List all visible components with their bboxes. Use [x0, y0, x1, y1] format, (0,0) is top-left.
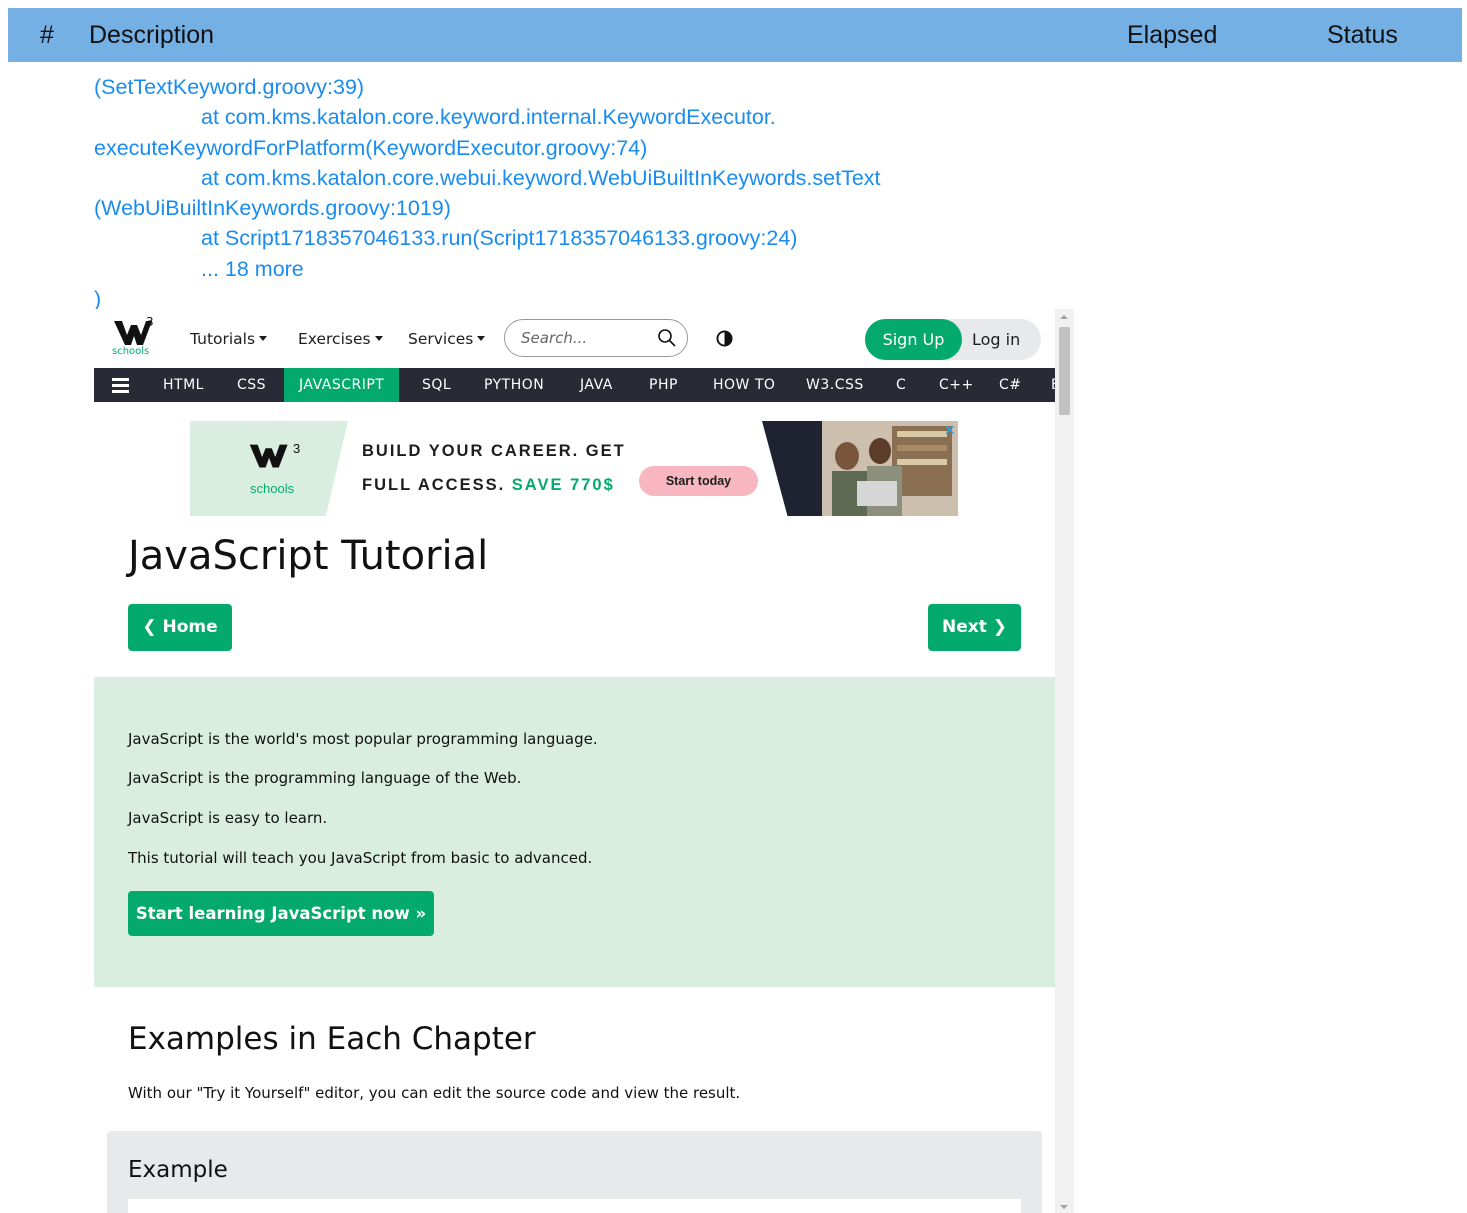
log-line: at com.kms.katalon.core.keyword.internal…	[201, 105, 776, 130]
auth-buttons: Sign Up Log in	[865, 319, 1041, 360]
ad-logo-sup: 3	[293, 441, 301, 456]
stack-trace-log: (SetTextKeyword.groovy:39) at com.kms.ka…	[94, 72, 1074, 314]
advertisement-banner[interactable]: 3 schools BUILD YOUR CAREER. GET FULL AC…	[190, 421, 958, 516]
section-text: With our "Try it Yourself" editor, you c…	[128, 1084, 741, 1102]
caret-down-icon	[477, 336, 486, 341]
home-button[interactable]: ❮ Home	[128, 604, 232, 651]
intro-line: JavaScript is the world's most popular p…	[128, 730, 598, 748]
menu-exercises-label: Exercises	[298, 330, 371, 348]
signup-button[interactable]: Sign Up	[865, 319, 962, 360]
intro-line: JavaScript is easy to learn.	[128, 809, 328, 827]
page-title: JavaScript Tutorial	[128, 533, 489, 579]
example-label: Example	[128, 1157, 228, 1183]
topic-cpp[interactable]: C++	[939, 368, 974, 402]
vertical-scrollbar[interactable]	[1055, 309, 1074, 1213]
col-description-header: Description	[89, 21, 215, 49]
col-elapsed-header: Elapsed	[1127, 21, 1218, 49]
topic-w3css[interactable]: W3.CSS	[806, 368, 864, 402]
report-header: # Description Elapsed Status	[8, 8, 1462, 62]
top-navigation: 3 schools Tutorials Exercises Services S…	[94, 309, 1055, 368]
hamburger-menu-icon[interactable]	[112, 378, 129, 393]
intro-section: JavaScript is the world's most popular p…	[94, 677, 1055, 987]
logo-sup: 3	[146, 315, 154, 329]
ad-headline-1: BUILD YOUR CAREER. GET	[362, 442, 626, 460]
ad-w3-logo	[249, 444, 288, 468]
login-button[interactable]: Log in	[972, 319, 1020, 360]
ad-close-icon[interactable]: ✕	[944, 422, 956, 439]
embedded-screenshot: 3 schools Tutorials Exercises Services S…	[94, 309, 1074, 1213]
caret-down-icon	[259, 336, 268, 341]
topic-css[interactable]: CSS	[237, 368, 266, 402]
menu-exercises[interactable]: Exercises	[298, 330, 383, 348]
example-box: Example	[107, 1131, 1042, 1213]
log-line: executeKeywordForPlatform(KeywordExecuto…	[94, 135, 648, 160]
topic-sql[interactable]: SQL	[422, 368, 451, 402]
topic-howto[interactable]: HOW TO	[713, 368, 775, 402]
log-line: (SetTextKeyword.groovy:39)	[94, 75, 365, 99]
intro-line: This tutorial will teach you JavaScript …	[128, 849, 593, 867]
col-status-header: Status	[1327, 21, 1398, 49]
search-input[interactable]	[521, 329, 651, 347]
ad-photo	[762, 421, 958, 516]
topic-python[interactable]: PYTHON	[484, 368, 544, 402]
intro-line: JavaScript is the programming language o…	[128, 769, 522, 787]
w3schools-logo[interactable]: 3 schools	[108, 315, 158, 361]
ad-save-amount: SAVE 770$	[511, 476, 615, 494]
topic-navbar: HTML CSS JAVASCRIPT SQL PYTHON JAVA PHP …	[94, 368, 1061, 402]
topic-csharp[interactable]: C#	[999, 368, 1022, 402]
ad-start-today-button[interactable]: Start today	[639, 466, 758, 496]
topic-html[interactable]: HTML	[163, 368, 204, 402]
logo-schools: schools	[112, 346, 150, 357]
log-line: ... 18 more	[201, 256, 304, 281]
dark-mode-toggle-icon[interactable]	[716, 330, 733, 347]
search-box[interactable]	[504, 319, 688, 357]
ad-headline-2: FULL ACCESS. SAVE 770$	[362, 476, 615, 495]
menu-tutorials-label: Tutorials	[190, 330, 256, 348]
topic-php[interactable]: PHP	[649, 368, 678, 402]
log-line: (WebUiBuiltInKeywords.groovy:1019)	[94, 196, 451, 221]
scroll-up-arrow-icon[interactable]	[1060, 315, 1068, 319]
ad-full-access: FULL ACCESS.	[362, 476, 506, 494]
ad-schools-text: schools	[250, 481, 295, 496]
topic-javascript[interactable]: JAVASCRIPT	[284, 368, 400, 402]
section-title: Examples in Each Chapter	[128, 1021, 536, 1057]
menu-tutorials[interactable]: Tutorials	[190, 330, 268, 348]
topic-java[interactable]: JAVA	[580, 368, 613, 402]
scroll-down-arrow-icon[interactable]	[1060, 1205, 1068, 1209]
log-line: at Script1718357046133.run(Script1718357…	[201, 226, 798, 251]
next-button[interactable]: Next ❯	[928, 604, 1021, 651]
log-line: at com.kms.katalon.core.webui.keyword.We…	[201, 165, 881, 190]
menu-services[interactable]: Services	[408, 330, 486, 348]
search-icon[interactable]	[657, 328, 677, 348]
col-number-header: #	[40, 21, 54, 49]
scrollbar-thumb[interactable]	[1059, 327, 1070, 415]
example-code-area	[128, 1199, 1021, 1213]
topic-c[interactable]: C	[896, 368, 906, 402]
start-learning-button[interactable]: Start learning JavaScript now »	[128, 891, 434, 936]
menu-services-label: Services	[408, 330, 474, 348]
caret-down-icon	[374, 336, 383, 341]
